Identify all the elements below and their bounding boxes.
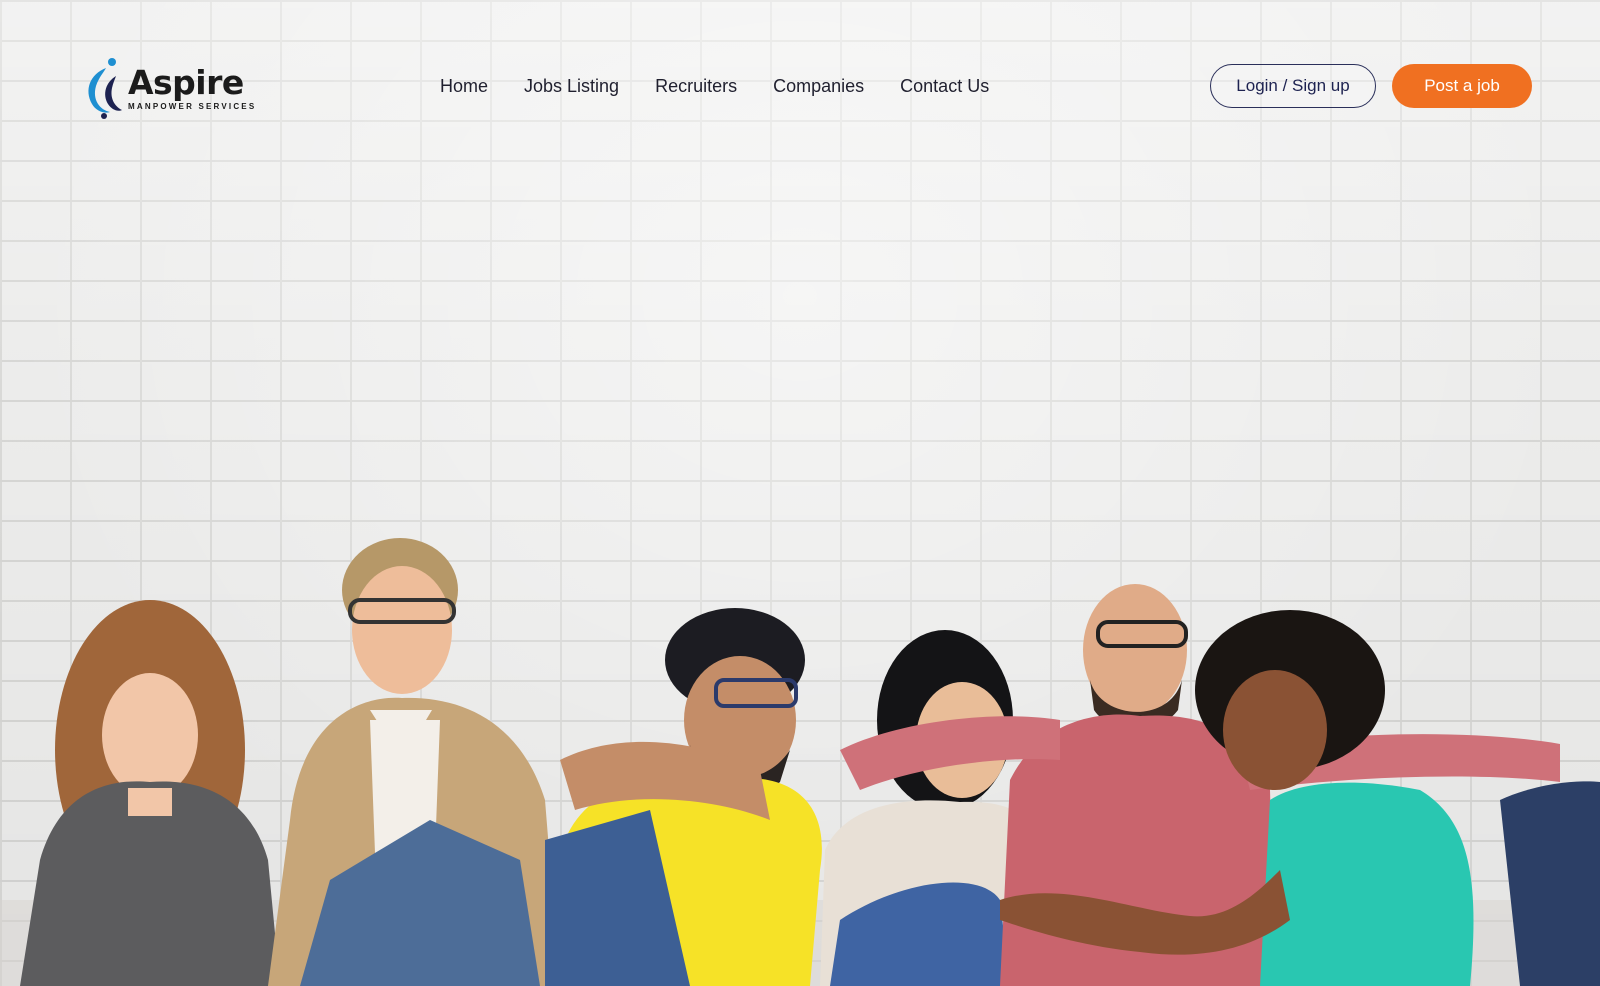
post-job-button[interactable]: Post a job xyxy=(1392,64,1532,108)
main-navigation: Home Jobs Listing Recruiters Companies C… xyxy=(440,76,989,97)
logo-title: Aspire xyxy=(128,62,244,102)
hero-people-photo xyxy=(0,538,1600,986)
brand-logo[interactable]: Aspire MANPOWER SERVICES xyxy=(80,56,256,120)
logo-wordmark: Aspire MANPOWER SERVICES xyxy=(128,62,257,111)
nav-companies[interactable]: Companies xyxy=(773,76,864,97)
person-2 xyxy=(268,538,560,986)
nav-jobs-listing[interactable]: Jobs Listing xyxy=(524,76,619,97)
nav-recruiters[interactable]: Recruiters xyxy=(655,76,737,97)
nav-home[interactable]: Home xyxy=(440,76,488,97)
person-3 xyxy=(545,608,822,986)
nav-contact-us[interactable]: Contact Us xyxy=(900,76,989,97)
landing-page: Aspire MANPOWER SERVICES Home Jobs Listi… xyxy=(0,0,1600,986)
logo-tagline: MANPOWER SERVICES xyxy=(128,101,257,111)
person-1 xyxy=(20,600,280,986)
login-signup-button[interactable]: Login / Sign up xyxy=(1210,64,1376,108)
logo-swirl-icon xyxy=(88,58,122,119)
site-header: Aspire MANPOWER SERVICES Home Jobs Listi… xyxy=(0,0,1600,180)
